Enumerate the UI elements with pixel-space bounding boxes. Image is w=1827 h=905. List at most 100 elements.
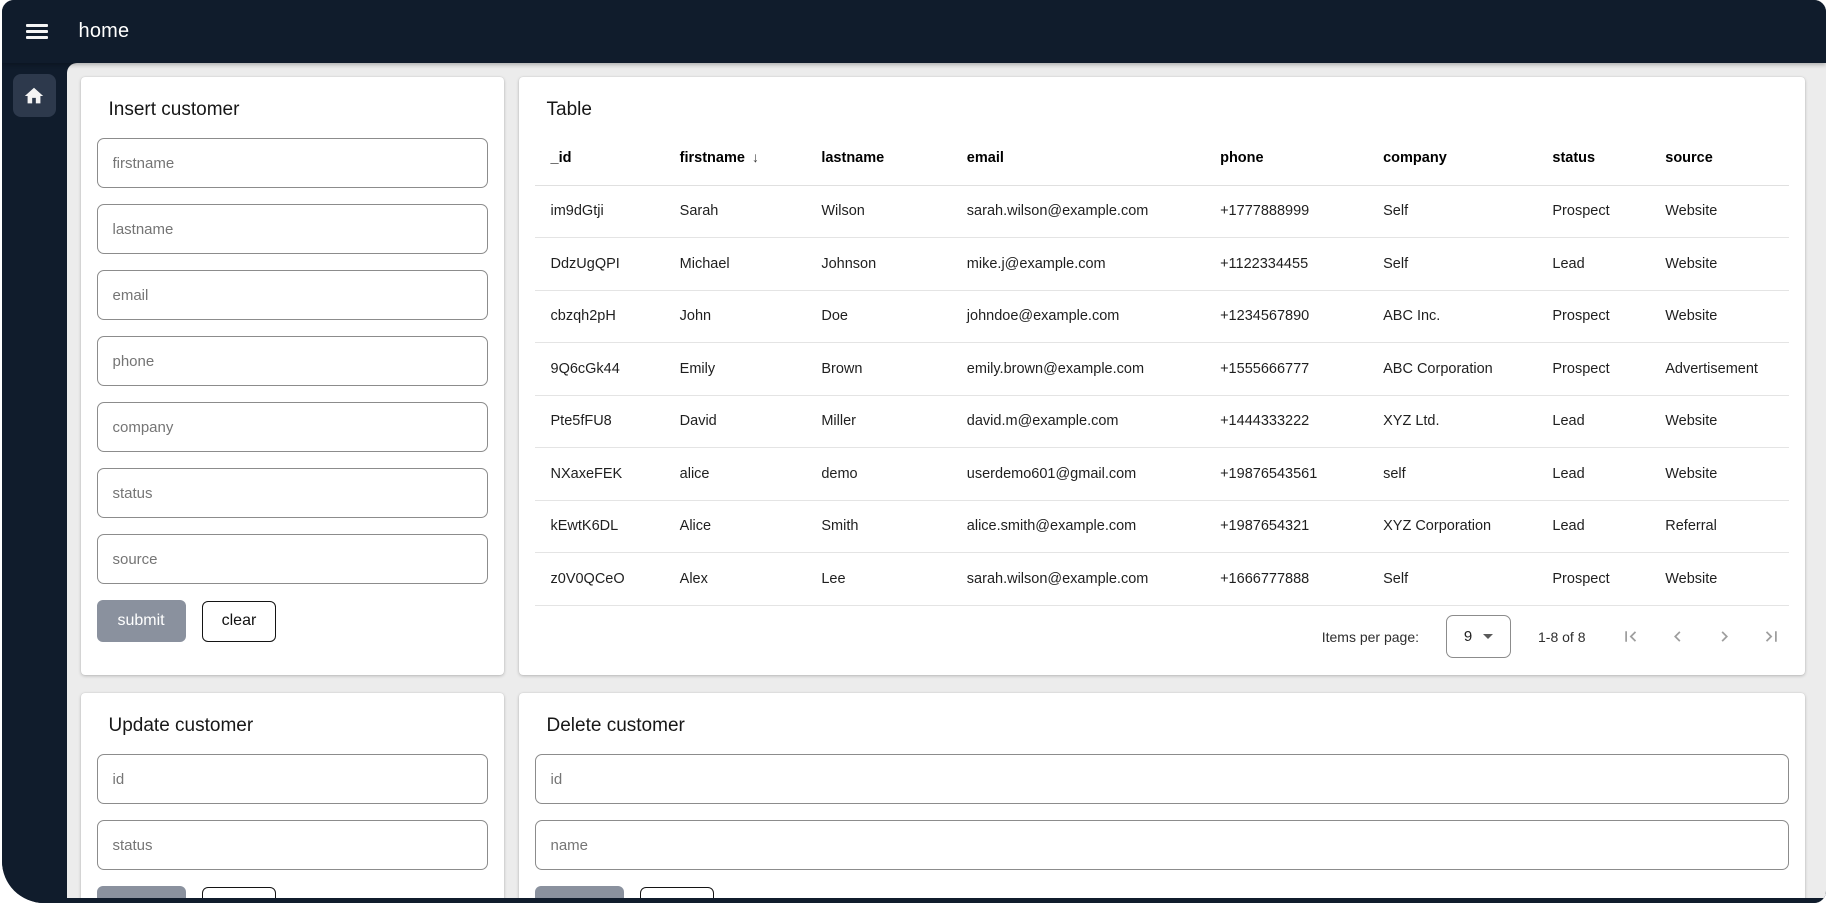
table-card: Table _id firstname↓: [519, 77, 1805, 675]
column-header-source[interactable]: source: [1649, 131, 1788, 185]
table-row: NXaxeFEK alice demo userdemo601@gmail.co…: [535, 448, 1789, 501]
items-per-page-label: Items per page:: [1322, 629, 1419, 645]
table-cell: im9dGtji: [535, 185, 664, 238]
column-header-phone[interactable]: phone: [1204, 131, 1367, 185]
items-per-page-select[interactable]: 9: [1446, 615, 1511, 658]
table-cell: Lead: [1536, 500, 1649, 553]
page-size-value: 9: [1464, 628, 1472, 645]
delete-customer-card: Delete customer submit clear: [519, 693, 1805, 898]
home-icon: [23, 85, 45, 107]
table-cell: z0V0QCeO: [535, 553, 664, 606]
table-cell: Alice: [664, 500, 806, 553]
table-row: Pte5fFU8 David Miller david.m@example.co…: [535, 395, 1789, 448]
table-cell: 9Q6cGk44: [535, 343, 664, 396]
delete-submit-button[interactable]: submit: [535, 886, 624, 898]
insert-submit-button[interactable]: submit: [97, 600, 186, 642]
column-header-id[interactable]: _id: [535, 131, 664, 185]
insert-clear-button[interactable]: clear: [202, 601, 277, 642]
chevron-right-icon: [1714, 626, 1735, 647]
table-row: 9Q6cGk44 Emily Brown emily.brown@example…: [535, 343, 1789, 396]
table-cell: +1666777888: [1204, 553, 1367, 606]
update-status-input[interactable]: [97, 820, 488, 870]
table-cell: demo: [805, 448, 950, 501]
table-cell: Wilson: [805, 185, 950, 238]
insert-company-input[interactable]: [97, 402, 488, 452]
insert-customer-card: Insert customer submit clear: [81, 77, 504, 675]
delete-clear-button[interactable]: clear: [640, 887, 715, 899]
table-cell: Lee: [805, 553, 950, 606]
table-cell: self: [1367, 448, 1536, 501]
table-cell: DdzUgQPI: [535, 238, 664, 291]
insert-source-input[interactable]: [97, 534, 488, 584]
last-page-icon: [1761, 626, 1782, 647]
insert-email-input[interactable]: [97, 270, 488, 320]
table-cell: +1122334455: [1204, 238, 1367, 291]
table-cell: ABC Inc.: [1367, 290, 1536, 343]
content-area: Insert customer submit clear Table: [67, 63, 1826, 898]
update-id-input[interactable]: [97, 754, 488, 804]
table-cell: Miller: [805, 395, 950, 448]
table-cell: Website: [1649, 448, 1788, 501]
table-row: DdzUgQPI Michael Johnson mike.j@example.…: [535, 238, 1789, 291]
table-cell: +1777888999: [1204, 185, 1367, 238]
table-cell: Self: [1367, 553, 1536, 606]
app-window: home Insert customer: [2, 0, 1826, 903]
insert-phone-input[interactable]: [97, 336, 488, 386]
previous-page-button[interactable]: [1667, 626, 1689, 648]
table-cell: Johnson: [805, 238, 950, 291]
table-cell: XYZ Corporation: [1367, 500, 1536, 553]
table-cell: Referral: [1649, 500, 1788, 553]
table-cell: emily.brown@example.com: [951, 343, 1204, 396]
first-page-button[interactable]: [1620, 626, 1642, 648]
table-cell: Advertisement: [1649, 343, 1788, 396]
card-title: Update customer: [109, 715, 488, 737]
insert-lastname-input[interactable]: [97, 204, 488, 254]
page-title: home: [79, 20, 130, 43]
column-header-email[interactable]: email: [951, 131, 1204, 185]
table-cell: ABC Corporation: [1367, 343, 1536, 396]
table-cell: XYZ Ltd.: [1367, 395, 1536, 448]
table-cell: Lead: [1536, 395, 1649, 448]
table-cell: david.m@example.com: [951, 395, 1204, 448]
sidebar-item-home[interactable]: [13, 74, 56, 117]
insert-status-input[interactable]: [97, 468, 488, 518]
column-header-firstname[interactable]: firstname↓: [664, 131, 806, 185]
table-cell: +1987654321: [1204, 500, 1367, 553]
table-cell: mike.j@example.com: [951, 238, 1204, 291]
table-cell: userdemo601@gmail.com: [951, 448, 1204, 501]
chevron-down-icon: [1483, 634, 1493, 639]
delete-name-input[interactable]: [535, 820, 1789, 870]
table-row: cbzqh2pH John Doe johndoe@example.com +1…: [535, 290, 1789, 343]
table-cell: Lead: [1536, 238, 1649, 291]
table-row: z0V0QCeO Alex Lee sarah.wilson@example.c…: [535, 553, 1789, 606]
column-header-status[interactable]: status: [1536, 131, 1649, 185]
next-page-button[interactable]: [1714, 626, 1736, 648]
table-cell: Website: [1649, 290, 1788, 343]
table-cell: cbzqh2pH: [535, 290, 664, 343]
update-submit-button[interactable]: submit: [97, 886, 186, 898]
table-cell: Smith: [805, 500, 950, 553]
table-row: kEwtK6DL Alice Smith alice.smith@example…: [535, 500, 1789, 553]
sidebar: [2, 63, 67, 903]
table-cell: +1234567890: [1204, 290, 1367, 343]
table-cell: Sarah: [664, 185, 806, 238]
last-page-button[interactable]: [1761, 626, 1783, 648]
sort-desc-icon: ↓: [752, 149, 759, 165]
insert-firstname-input[interactable]: [97, 138, 488, 188]
table-row: im9dGtji Sarah Wilson sarah.wilson@examp…: [535, 185, 1789, 238]
table-cell: David: [664, 395, 806, 448]
delete-id-input[interactable]: [535, 754, 1789, 804]
table-paginator: Items per page: 9 1-8 of 8: [535, 608, 1789, 666]
table-cell: Prospect: [1536, 343, 1649, 396]
menu-icon[interactable]: [26, 21, 48, 42]
table-cell: Self: [1367, 238, 1536, 291]
card-title: Table: [547, 99, 1789, 121]
card-title: Insert customer: [109, 99, 488, 121]
table-cell: sarah.wilson@example.com: [951, 185, 1204, 238]
column-header-company[interactable]: company: [1367, 131, 1536, 185]
table-cell: Prospect: [1536, 290, 1649, 343]
update-clear-button[interactable]: clear: [202, 887, 277, 899]
column-header-lastname[interactable]: lastname: [805, 131, 950, 185]
table-cell: Alex: [664, 553, 806, 606]
table-cell: kEwtK6DL: [535, 500, 664, 553]
